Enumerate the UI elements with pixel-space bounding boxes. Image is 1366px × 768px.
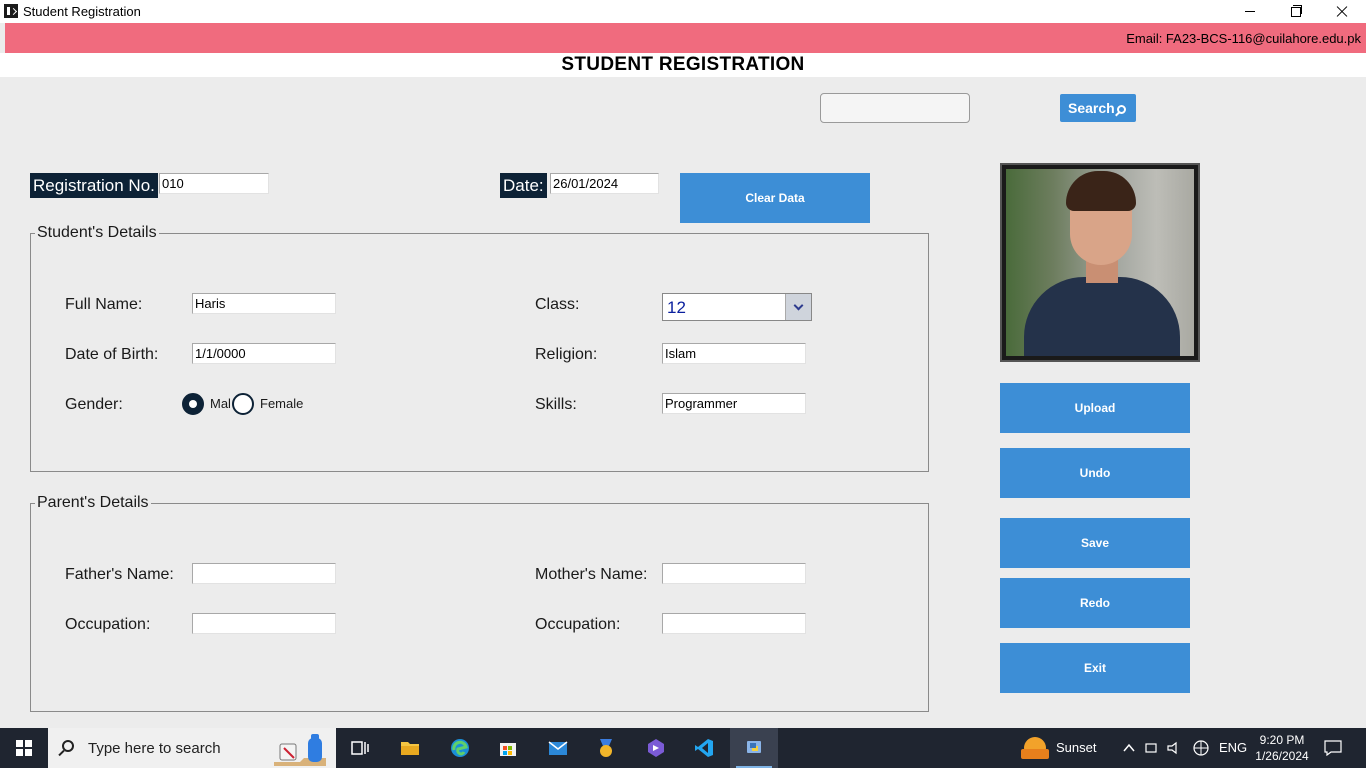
- mail-icon[interactable]: [534, 728, 582, 768]
- father-occupation-label: Occupation:: [65, 616, 151, 633]
- vscode-icon[interactable]: [680, 728, 728, 768]
- weather-icon[interactable]: [1021, 737, 1049, 759]
- photo-hair: [1066, 171, 1136, 211]
- medal-icon[interactable]: [582, 728, 630, 768]
- redo-button[interactable]: Redo: [1000, 578, 1190, 628]
- app-icon[interactable]: [632, 728, 680, 768]
- chevron-down-icon[interactable]: [785, 294, 811, 320]
- mother-name-label: Mother's Name:: [535, 566, 648, 583]
- save-button[interactable]: Save: [1000, 518, 1190, 568]
- page-title: STUDENT REGISTRATION: [561, 54, 805, 75]
- student-photo-frame: [1000, 163, 1200, 362]
- file-explorer-icon[interactable]: [386, 728, 434, 768]
- clock-time: 9:20 PM: [1259, 733, 1305, 747]
- volume-icon: [1167, 741, 1177, 755]
- mother-name-field[interactable]: [662, 563, 806, 584]
- search-button-label: Search: [1068, 100, 1115, 116]
- date-field[interactable]: 26/01/2024: [550, 173, 659, 194]
- title-bar: Student Registration: [0, 0, 1366, 23]
- gender-male-label: Mal: [210, 396, 231, 411]
- father-name-field[interactable]: [192, 563, 336, 584]
- search-highlight-icon: [274, 734, 326, 766]
- religion-label: Religion:: [535, 346, 598, 363]
- undo-button[interactable]: Undo: [1000, 448, 1190, 498]
- taskbar-search-placeholder: Type here to search: [88, 740, 221, 757]
- gender-female-label: Female: [260, 396, 304, 411]
- photo-shirt: [1024, 277, 1180, 356]
- father-name-label: Father's Name:: [65, 566, 174, 583]
- search-icon: [62, 740, 74, 752]
- dob-field[interactable]: 1/1/0000: [192, 343, 336, 364]
- taskbar: Type here to search Sunset ENG 9:20 PM 1…: [0, 728, 1366, 768]
- father-occupation-field[interactable]: [192, 613, 336, 634]
- search-button[interactable]: Search: [1060, 94, 1136, 122]
- language-indicator[interactable]: ENG: [1219, 740, 1247, 768]
- registration-field[interactable]: 010: [159, 173, 269, 194]
- dob-label: Date of Birth:: [65, 346, 159, 363]
- skills-label: Skills:: [535, 396, 577, 413]
- clock[interactable]: 9:20 PM 1/26/2024: [1250, 732, 1314, 764]
- full-name-field[interactable]: Haris: [192, 293, 336, 314]
- mother-occupation-field[interactable]: [662, 613, 806, 634]
- taskbar-search[interactable]: Type here to search: [48, 728, 336, 768]
- class-value: 12: [667, 298, 686, 317]
- upload-button[interactable]: Upload: [1000, 383, 1190, 433]
- skills-field[interactable]: Programmer: [662, 393, 806, 414]
- student-photo: [1006, 169, 1194, 356]
- banner-email: Email: FA23-BCS-116@cuilahore.edu.pk: [1126, 31, 1361, 46]
- mother-occupation-label: Occupation:: [535, 616, 621, 633]
- email-banner: Email: FA23-BCS-116@cuilahore.edu.pk: [5, 23, 1366, 53]
- window-title: Student Registration: [23, 4, 141, 19]
- date-label: Date:: [500, 173, 547, 198]
- restore-button[interactable]: [1273, 0, 1319, 23]
- chevron-up-icon: [1123, 743, 1135, 752]
- tray-icons: [1123, 740, 1209, 756]
- search-icon: [1117, 105, 1126, 114]
- notification-icon[interactable]: [1324, 740, 1342, 756]
- edge-icon[interactable]: [436, 728, 484, 768]
- full-name-label: Full Name:: [65, 296, 143, 313]
- close-button[interactable]: [1319, 0, 1365, 23]
- exit-button[interactable]: Exit: [1000, 643, 1190, 693]
- parent-details-group: [30, 503, 929, 712]
- clear-data-button[interactable]: Clear Data: [680, 173, 870, 223]
- gender-female-radio[interactable]: [232, 393, 254, 415]
- clock-date: 1/26/2024: [1255, 749, 1309, 763]
- religion-field[interactable]: Islam: [662, 343, 806, 364]
- search-input[interactable]: [820, 93, 970, 123]
- student-details-title: Student's Details: [35, 224, 159, 242]
- python-icon[interactable]: [730, 728, 778, 768]
- network-icon: [1145, 743, 1157, 753]
- parent-details-title: Parent's Details: [35, 494, 151, 512]
- task-view-icon[interactable]: [336, 728, 384, 768]
- app-icon: [4, 4, 18, 18]
- class-select[interactable]: 12: [662, 293, 812, 321]
- store-icon[interactable]: [484, 728, 532, 768]
- class-label: Class:: [535, 296, 580, 313]
- weather-label[interactable]: Sunset: [1056, 740, 1096, 768]
- registration-label: Registration No.: [30, 173, 158, 198]
- gender-male-radio[interactable]: [182, 393, 204, 415]
- gender-label: Gender:: [65, 396, 123, 413]
- minimize-button[interactable]: [1227, 0, 1273, 23]
- start-button[interactable]: [0, 728, 48, 768]
